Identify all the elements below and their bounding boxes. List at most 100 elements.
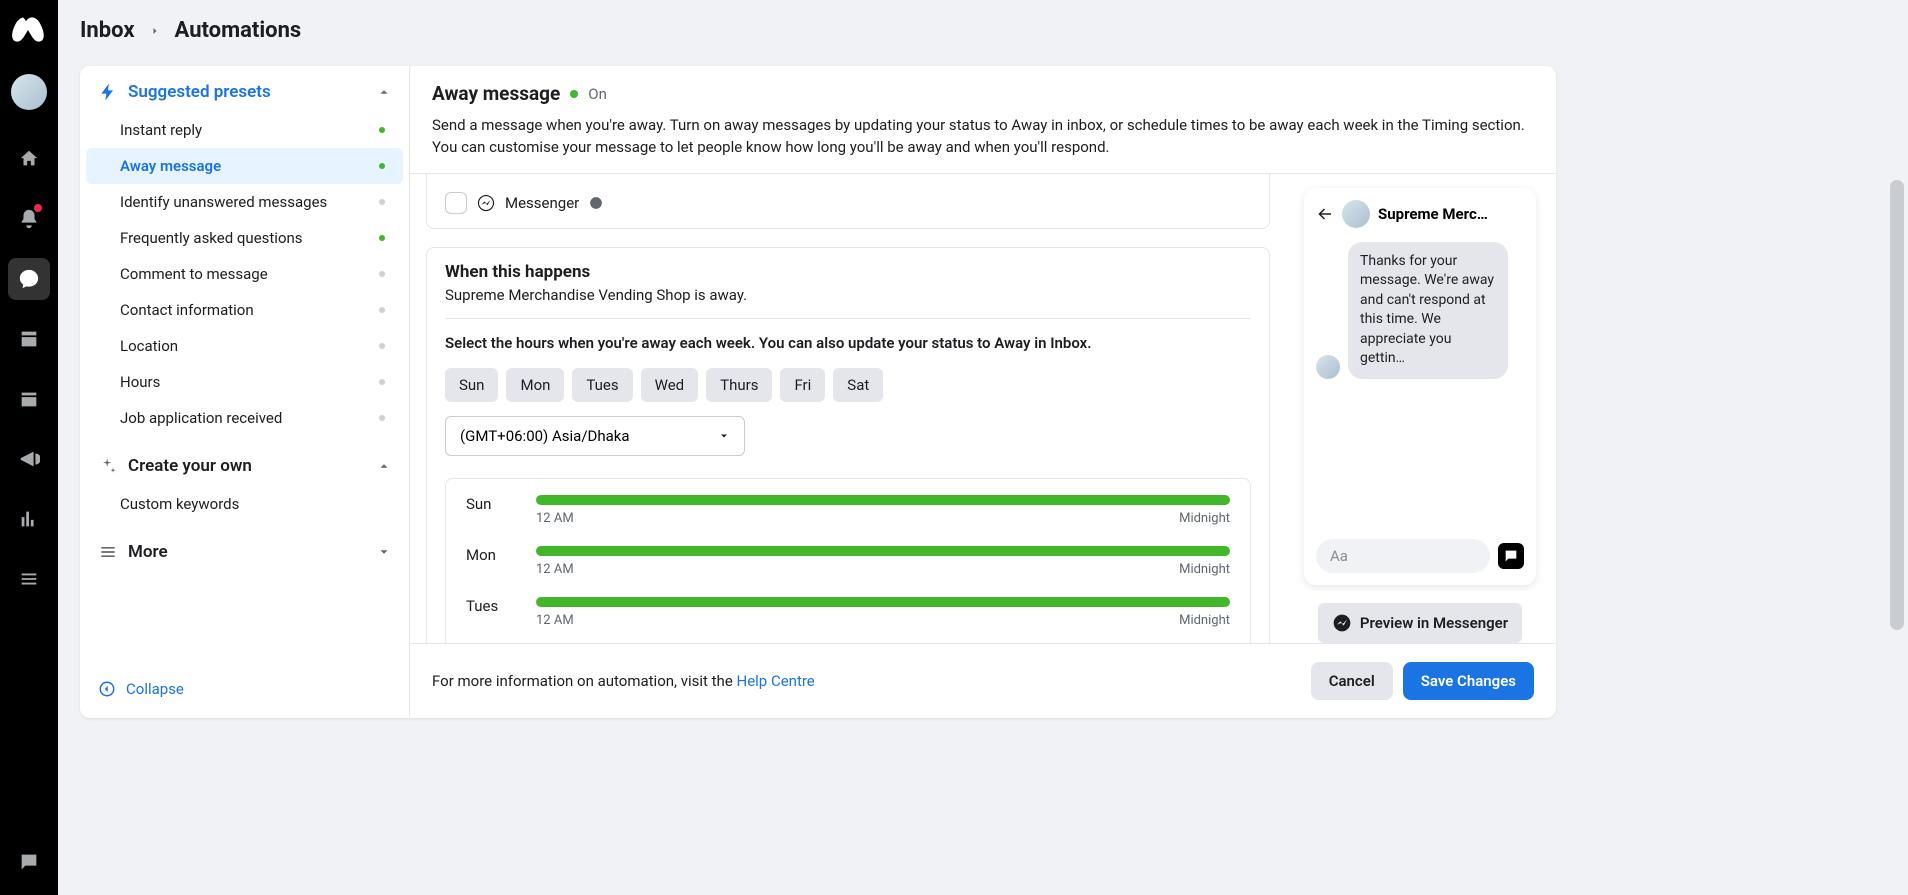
sidebar-item-hours[interactable]: Hours [86,364,403,400]
menu-icon[interactable] [8,558,50,600]
section-title: Create your own [128,456,367,476]
sidebar-item-identify-unanswered[interactable]: Identify unanswered messages [86,184,403,220]
section-more[interactable]: More [80,526,409,568]
svg-text:?: ? [26,796,32,811]
section-suggested-presets[interactable]: Suggested presets [80,66,409,108]
when-this-happens-panel: When this happens Supreme Merchandise Ve… [426,247,1270,644]
messenger-icon [477,194,495,212]
sidebar-item-location[interactable]: Location [86,328,403,364]
sidebar-item-faq[interactable]: Frequently asked questions [86,220,403,256]
day-button-fri[interactable]: Fri [780,368,825,402]
day-button-wed[interactable]: Wed [641,368,699,402]
status-dot [379,415,385,421]
info-icon[interactable] [589,196,603,210]
sidebar-item-contact-info[interactable]: Contact information [86,292,403,328]
status-dot [379,379,385,385]
calendar-icon[interactable] [8,378,50,420]
chevron-right-icon [149,25,161,37]
help-icon[interactable]: ? [8,781,50,823]
status-dot [379,307,385,313]
editor-pane: Messenger When this happens Supreme Merc… [410,174,1296,644]
list-icon [98,542,118,562]
breadcrumb-inbox[interactable]: Inbox [80,18,135,43]
start-time: 12 AM [536,511,574,526]
sidebar-item-label: Hours [120,373,160,391]
timezone-select[interactable]: (GMT+06:00) Asia/Dhaka [445,416,745,456]
create-list: Custom keywords [80,482,409,526]
posts-icon[interactable] [8,318,50,360]
section-create-your-own[interactable]: Create your own [80,440,409,482]
sidebar-item-label: Contact information [120,301,254,319]
sidebar-item-away-message[interactable]: Away message [86,148,403,184]
sidebar-item-custom-keywords[interactable]: Custom keywords [86,486,403,522]
save-changes-button[interactable]: Save Changes [1403,662,1534,700]
status-indicator [570,90,578,98]
day-label: Mon [466,546,516,564]
profile-avatar[interactable] [11,74,47,110]
chevron-down-icon [377,545,391,559]
inbox-icon[interactable] [8,258,50,300]
bubble-avatar [1316,355,1340,379]
status-label: On [588,85,607,103]
schedule-instructions: Select the hours when you're away each w… [445,333,1251,355]
back-icon[interactable] [1316,205,1334,223]
help-centre-link[interactable]: Help Centre [737,672,815,690]
sparkle-icon [98,456,118,476]
sidebar-item-label: Comment to message [120,265,268,283]
feedback-icon[interactable] [8,841,50,883]
day-label: Sun [466,495,516,513]
schedule-row: Sun 12 AM Midnight [466,495,1230,526]
day-button-tues[interactable]: Tues [572,368,632,402]
collapse-button[interactable]: Collapse [80,662,409,718]
day-button-sun[interactable]: Sun [445,368,498,402]
sidebar-item-label: Identify unanswered messages [120,193,327,211]
sidebar-item-comment-to-message[interactable]: Comment to message [86,256,403,292]
time-bar[interactable] [536,546,1230,556]
sidebar: Suggested presets Instant reply Away mes… [80,66,410,718]
day-button-mon[interactable]: Mon [506,368,564,402]
dropdown-icon [718,430,730,442]
footer: For more information on automation, visi… [410,643,1556,718]
composer-input[interactable]: Aa [1316,539,1490,573]
day-buttons: Sun Mon Tues Wed Thurs Fri Sat [445,368,1251,402]
sidebar-item-label: Away message [120,157,221,175]
lightning-icon [98,82,118,102]
sidebar-item-label: Location [120,337,178,355]
end-time: Midnight [1179,613,1230,628]
time-bar[interactable] [536,597,1230,607]
cancel-button[interactable]: Cancel [1311,662,1393,700]
home-icon[interactable] [8,138,50,180]
quick-reply-icon[interactable] [1498,543,1524,569]
ads-icon[interactable] [8,438,50,480]
sidebar-item-job-application[interactable]: Job application received [86,400,403,436]
preview-in-messenger-button[interactable]: Preview in Messenger [1318,603,1522,643]
status-dot [379,343,385,349]
notification-badge [34,204,42,212]
left-rail: ? [0,0,58,895]
footer-text: For more information on automation, visi… [432,672,737,690]
meta-logo [10,10,48,48]
chevron-up-icon [377,459,391,473]
notifications-icon[interactable] [8,198,50,240]
preview-avatar [1342,200,1370,228]
time-bar[interactable] [536,495,1230,505]
main-content: Away message On Send a message when you'… [410,66,1556,718]
status-dot [379,235,385,241]
divider [445,318,1251,319]
schedule-row: Tues 12 AMMidnight [466,597,1230,628]
status-dot [379,163,385,169]
day-button-sat[interactable]: Sat [833,368,883,402]
breadcrumb: Inbox Automations [80,18,301,43]
insights-icon[interactable] [8,498,50,540]
sidebar-item-label: Frequently asked questions [120,229,303,247]
messenger-checkbox[interactable] [445,192,467,214]
main-card: Suggested presets Instant reply Away mes… [80,66,1556,718]
timezone-value: (GMT+06:00) Asia/Dhaka [460,427,630,445]
scrollbar[interactable] [1890,180,1904,630]
preview-pane: Supreme Merc… Thanks for your message. W… [1296,174,1556,644]
when-title: When this happens [445,262,1251,282]
sidebar-item-instant-reply[interactable]: Instant reply [86,112,403,148]
when-subtitle: Supreme Merchandise Vending Shop is away… [445,286,1251,304]
day-button-thurs[interactable]: Thurs [706,368,772,402]
end-time: Midnight [1179,511,1230,526]
